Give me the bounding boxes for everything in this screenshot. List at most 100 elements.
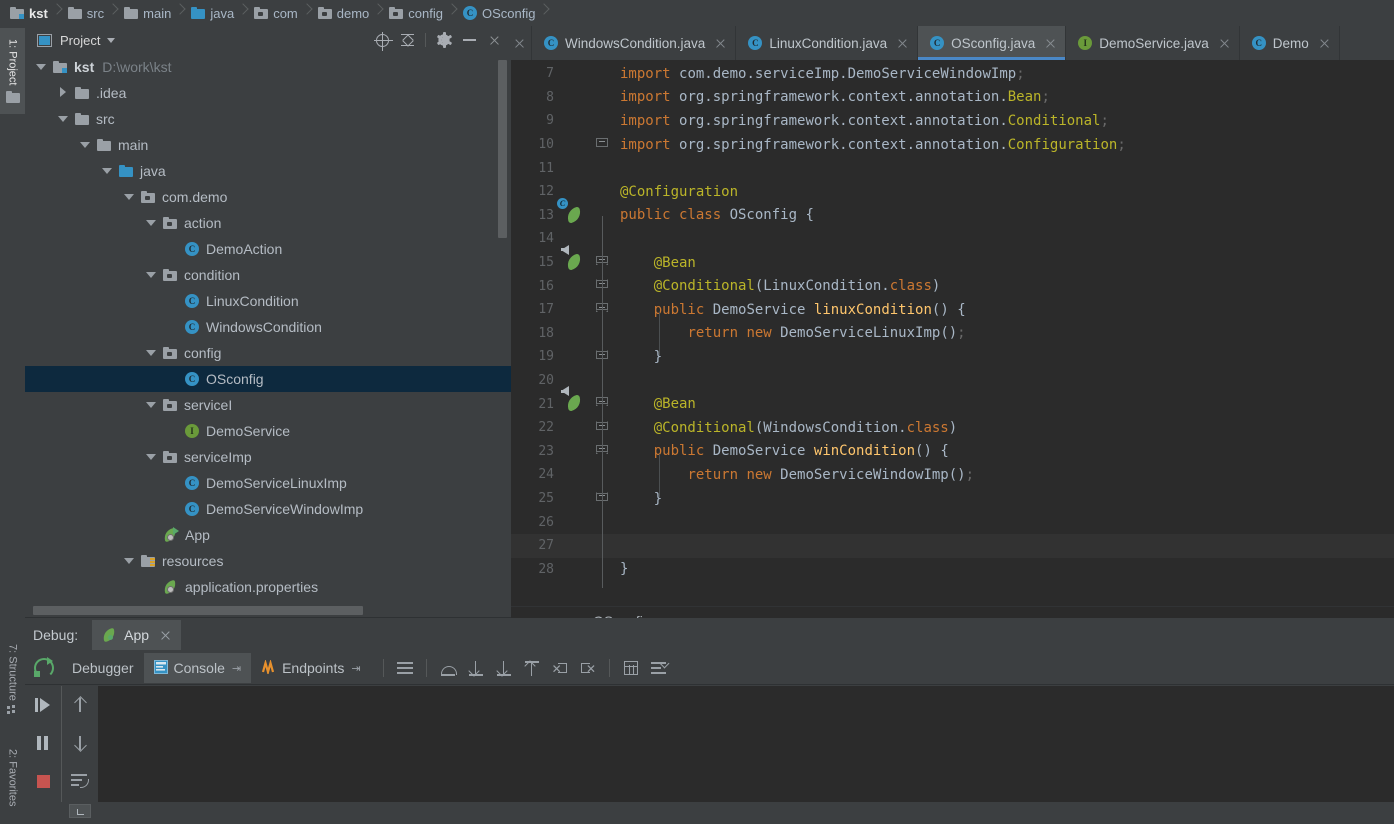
tree-node--idea[interactable]: .idea	[25, 80, 511, 106]
expand-arrow-icon[interactable]	[145, 269, 157, 281]
code-line[interactable]: 24 return new DemoServiceWindowImp();	[511, 463, 1394, 487]
expand-arrow-icon[interactable]	[101, 165, 113, 177]
tree-node-osconfig[interactable]: C OSconfig	[25, 366, 511, 392]
tree-node-windowscondition[interactable]: C WindowsCondition	[25, 314, 511, 340]
expand-arrow-icon[interactable]	[123, 555, 135, 567]
editor-tab-osconfig-java[interactable]: C OSconfig.java	[918, 26, 1067, 60]
editor-gutter[interactable]	[563, 345, 591, 369]
editor-gutter[interactable]	[563, 322, 591, 346]
code-line[interactable]: 7 import com.demo.serviceImp.DemoServiceW…	[511, 62, 1394, 86]
tree-node-app[interactable]: App	[25, 522, 511, 548]
breadcrumb-item-java[interactable]: java	[187, 0, 236, 26]
editor-tab-windowscondition-java[interactable]: C WindowsCondition.java	[532, 26, 737, 60]
breadcrumb-item-main[interactable]: main	[120, 0, 173, 26]
expand-arrow-icon[interactable]	[145, 347, 157, 359]
chevron-down-icon[interactable]	[107, 37, 116, 43]
code-folding-marker[interactable]	[591, 62, 611, 86]
force-step-into-icon[interactable]	[494, 658, 514, 678]
expand-arrow-icon[interactable]	[123, 191, 135, 203]
code-line[interactable]: 12 @Configuration	[511, 180, 1394, 204]
editor-tab-demo[interactable]: C Demo	[1240, 26, 1340, 60]
expand-arrow-icon[interactable]	[145, 451, 157, 463]
editor-gutter[interactable]	[563, 274, 591, 298]
close-icon[interactable]	[514, 38, 525, 49]
code-line[interactable]: 9 import org.springframework.context.anno…	[511, 109, 1394, 133]
breadcrumb-item-config[interactable]: config	[385, 0, 445, 26]
scroll-down-button[interactable]	[62, 724, 98, 762]
editor-tab-linuxcondition-java[interactable]: C LinuxCondition.java	[736, 26, 919, 60]
editor-gutter[interactable]	[563, 156, 591, 180]
code-folding-marker[interactable]	[591, 180, 611, 204]
pin-icon[interactable]: ⇥	[351, 662, 360, 675]
breadcrumb-item-osconfig[interactable]: C OSconfig	[459, 0, 537, 26]
project-tree-horizontal-scrollbar[interactable]	[33, 606, 363, 615]
breadcrumb-item-kst[interactable]: kst	[6, 0, 50, 26]
project-tree-vertical-scrollbar[interactable]	[498, 60, 507, 238]
code-editor[interactable]: 7 import com.demo.serviceImp.DemoServiceW…	[511, 60, 1394, 588]
editor-gutter[interactable]	[563, 510, 591, 534]
expand-arrow-icon[interactable]	[145, 399, 157, 411]
breadcrumb-item-src[interactable]: src	[64, 0, 106, 26]
editor-gutter[interactable]	[563, 534, 591, 558]
step-out-icon[interactable]	[522, 658, 542, 678]
code-folding-marker[interactable]	[591, 86, 611, 110]
code-line[interactable]: 8 import org.springframework.context.anno…	[511, 86, 1394, 110]
tree-node-main[interactable]: main	[25, 132, 511, 158]
code-line[interactable]: 25 }	[511, 487, 1394, 511]
code-folding-marker[interactable]	[591, 109, 611, 133]
run-to-cursor-icon[interactable]: ✕	[578, 658, 598, 678]
locate-icon[interactable]	[371, 29, 393, 51]
tree-node-condition[interactable]: condition	[25, 262, 511, 288]
tree-node-linuxcondition[interactable]: C LinuxCondition	[25, 288, 511, 314]
code-line[interactable]: 21 @Bean	[511, 386, 1394, 416]
tree-node-src[interactable]: src	[25, 106, 511, 132]
tab-console[interactable]: Console ⇥	[143, 653, 252, 683]
close-icon[interactable]	[1319, 38, 1330, 49]
minimize-icon[interactable]	[458, 29, 480, 51]
code-line[interactable]: 11	[511, 156, 1394, 180]
step-over-icon[interactable]	[438, 658, 458, 678]
breadcrumb-item-demo[interactable]: demo	[314, 0, 372, 26]
tool-window-button-project[interactable]: 1: Project	[0, 28, 25, 114]
tree-node-demoservicelinuximp[interactable]: C DemoServiceLinuxImp	[25, 470, 511, 496]
tree-node-kst[interactable]: kst D:\work\kst	[25, 54, 511, 80]
code-line[interactable]: 23 public DemoService winCondition() {	[511, 440, 1394, 464]
breadcrumb-item-com[interactable]: com	[250, 0, 300, 26]
editor-gutter[interactable]	[563, 440, 591, 464]
expand-arrow-icon[interactable]	[145, 217, 157, 229]
tab-endpoints[interactable]: Endpoints ⇥	[251, 653, 371, 683]
collapse-arrow-icon[interactable]	[57, 87, 69, 99]
close-icon[interactable]	[897, 38, 908, 49]
editor-gutter[interactable]	[563, 86, 591, 110]
editor-gutter[interactable]	[561, 244, 591, 275]
editor-gutter[interactable]	[563, 558, 591, 582]
expand-arrow-icon[interactable]	[35, 61, 47, 73]
code-line[interactable]: 18 return new DemoServiceLinuxImp();	[511, 322, 1394, 346]
code-line[interactable]: 26	[511, 510, 1394, 534]
settings-icon[interactable]	[649, 658, 670, 678]
editor-gutter[interactable]	[563, 298, 591, 322]
editor-gutter[interactable]	[563, 463, 591, 487]
gear-icon[interactable]	[433, 29, 455, 51]
editor-gutter[interactable]	[563, 133, 591, 157]
tree-node-servicei[interactable]: serviceI	[25, 392, 511, 418]
tree-node-com-demo[interactable]: com.demo	[25, 184, 511, 210]
code-line[interactable]: 14	[511, 227, 1394, 251]
fold-marker-icon[interactable]	[596, 137, 608, 151]
tree-node-demoservice[interactable]: I DemoService	[25, 418, 511, 444]
close-icon[interactable]	[1045, 38, 1056, 49]
code-line[interactable]: 20	[511, 369, 1394, 393]
collapse-all-icon[interactable]	[396, 29, 418, 51]
resume-program-button[interactable]	[25, 686, 61, 724]
code-line[interactable]: 27	[511, 534, 1394, 558]
tree-node-config[interactable]: config	[25, 340, 511, 366]
editor-gutter[interactable]	[563, 416, 591, 440]
close-icon[interactable]	[483, 29, 505, 51]
code-line[interactable]: 13 Cpublic class OSconfig {	[511, 197, 1394, 228]
code-folding-marker[interactable]	[591, 133, 611, 157]
tree-node-action[interactable]: action	[25, 210, 511, 236]
tree-node-demoservicewindowimp[interactable]: C DemoServiceWindowImp	[25, 496, 511, 522]
code-folding-marker[interactable]	[591, 156, 611, 180]
editor-gutter[interactable]	[563, 62, 591, 86]
debug-session-tab[interactable]: App	[92, 620, 182, 650]
